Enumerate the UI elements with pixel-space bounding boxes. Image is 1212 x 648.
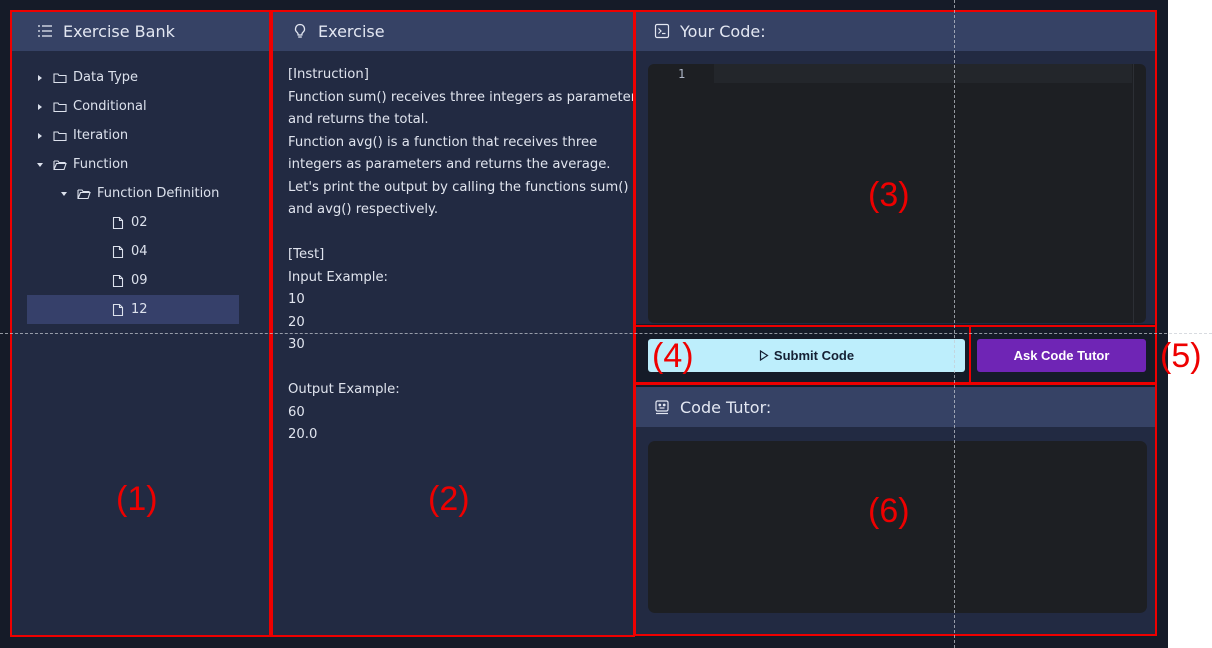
- exercise-bank-header: Exercise Bank: [11, 11, 269, 51]
- app-window: Exercise Bank Data Type Conditional Iterat…: [0, 0, 1168, 648]
- folder-icon: [53, 72, 67, 83]
- play-icon: [759, 350, 769, 361]
- tree-file-item[interactable]: 02: [11, 208, 269, 237]
- folder-icon: [53, 101, 67, 112]
- tree-item-label: Function Definition: [97, 186, 220, 201]
- exercise-bank-title: Exercise Bank: [63, 21, 175, 41]
- annotation-label-1: (1): [116, 480, 158, 518]
- tree-item-label: 02: [131, 215, 148, 230]
- editor-scrollbar[interactable]: [1133, 64, 1146, 323]
- caret-right-icon[interactable]: [35, 131, 45, 141]
- tree-file-item[interactable]: 04: [11, 237, 269, 266]
- file-icon: [112, 303, 124, 316]
- caret-down-icon[interactable]: [35, 160, 45, 170]
- exercise-text-line: [288, 222, 617, 245]
- vertical-guide-line: [954, 0, 955, 648]
- tree-item-label: 04: [131, 244, 148, 259]
- tree-item-label: Data Type: [73, 70, 139, 85]
- exercise-text-line: 60: [288, 404, 305, 420]
- caret-right-icon[interactable]: [35, 102, 45, 112]
- line-number: 1: [678, 67, 686, 81]
- exercise-text-line: integers as parameters and returns the a…: [288, 157, 611, 172]
- code-tutor-title: Code Tutor:: [680, 397, 772, 417]
- tree-item-label: 12: [131, 302, 148, 317]
- exercise-text-line: [Test]: [288, 247, 325, 262]
- exercise-bank-panel: Exercise Bank Data Type Conditional Iterat…: [11, 11, 269, 635]
- code-title: Your Code:: [680, 21, 766, 41]
- tree-folder-item[interactable]: Function Definition: [11, 179, 269, 208]
- tree-folder-item[interactable]: Iteration: [11, 121, 269, 150]
- exercise-text-line: 20: [288, 314, 305, 330]
- lightbulb-icon: [294, 23, 306, 38]
- exercise-header: Exercise: [272, 11, 633, 51]
- exercise-text-line: Output Example:: [288, 382, 400, 397]
- exercise-text-line: Let's print the output by calling the fu…: [288, 179, 629, 195]
- robot-icon: [655, 400, 669, 415]
- code-tutor-header: Code Tutor:: [636, 387, 1155, 427]
- tree-item-label: 09: [131, 273, 148, 288]
- tree-folder-item[interactable]: Function: [11, 150, 269, 179]
- exercise-text-line: Function avg() is a function that receiv…: [288, 134, 598, 150]
- file-icon: [112, 245, 124, 258]
- file-icon: [112, 274, 124, 287]
- submit-code-label: Submit Code: [773, 348, 855, 363]
- submit-code-button[interactable]: Submit Code: [648, 339, 965, 372]
- exercise-text-line: 30: [288, 337, 305, 352]
- exercise-text-line: Input Example:: [288, 269, 388, 285]
- annotation-label-6: (6): [868, 492, 910, 530]
- exercise-tree: Data Type Conditional Iteration Function Fun…: [11, 51, 269, 324]
- annotation-label-4: (4): [652, 337, 694, 375]
- folder-open-icon: [77, 188, 91, 199]
- tree-folder-item[interactable]: Conditional: [11, 92, 269, 121]
- code-panel: Your Code: 1: [636, 11, 1155, 324]
- tree-folder-item[interactable]: Data Type: [11, 63, 269, 92]
- ask-code-tutor-label: Ask Code Tutor: [1013, 348, 1110, 363]
- exercise-panel: Exercise [Instruction] Function sum() rec…: [272, 11, 633, 635]
- ask-code-tutor-button[interactable]: Ask Code Tutor: [977, 339, 1146, 372]
- terminal-icon: [654, 23, 670, 39]
- horizontal-guide-line: [0, 333, 1212, 334]
- exercise-text-line: and avg() respectively.: [288, 202, 439, 217]
- editor-gutter: 1: [648, 64, 706, 323]
- caret-down-icon[interactable]: [59, 189, 69, 199]
- list-icon: [38, 25, 52, 37]
- exercise-text-line: [Instruction]: [288, 67, 369, 82]
- exercise-text-line: [288, 357, 617, 380]
- file-icon: [112, 216, 124, 229]
- tree-file-item[interactable]: 09: [11, 266, 269, 295]
- exercise-text-line: and returns the total.: [288, 112, 429, 127]
- tree-file-item[interactable]: 12: [27, 295, 239, 324]
- tree-item-label: Function: [73, 157, 129, 172]
- folder-icon: [53, 130, 67, 141]
- caret-right-icon[interactable]: [35, 73, 45, 83]
- exercise-description: [Instruction] Function sum() receives thr…: [272, 51, 633, 460]
- active-line[interactable]: [714, 64, 1132, 83]
- code-header: Your Code:: [636, 11, 1155, 51]
- annotation-label-5: (5): [1160, 337, 1202, 375]
- exercise-text-line: 10: [288, 292, 305, 307]
- tree-item-label: Iteration: [73, 128, 129, 143]
- tree-item-label: Conditional: [73, 99, 147, 114]
- exercise-title: Exercise: [318, 21, 385, 41]
- exercise-text-line: Function sum() receives three integers a…: [288, 89, 633, 105]
- annotation-label-2: (2): [428, 480, 470, 518]
- annotation-label-3: (3): [868, 176, 910, 214]
- exercise-text-line: 20.0: [288, 427, 318, 442]
- folder-open-icon: [53, 159, 67, 170]
